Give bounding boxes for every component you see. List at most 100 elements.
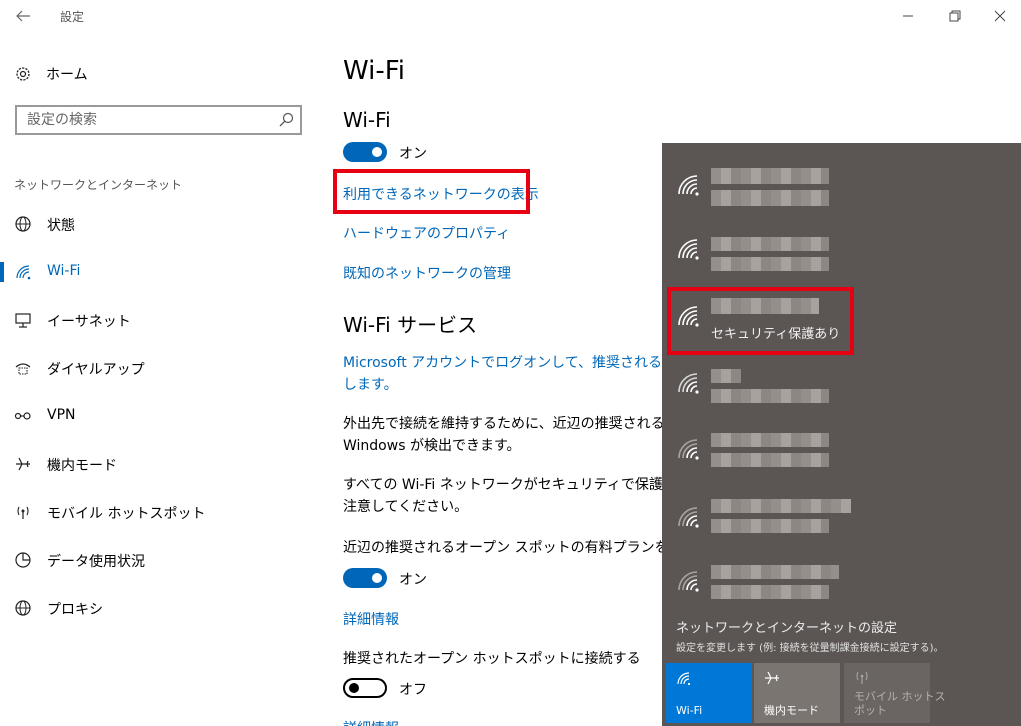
sidebar-item-label: データ使用状況 — [47, 554, 145, 570]
home-label: ホーム — [46, 67, 88, 83]
sidebar-item-ethernet[interactable]: イーサネット — [0, 300, 320, 340]
search-input[interactable] — [17, 107, 267, 133]
manage-known-networks-link[interactable]: 既知のネットワークの管理 — [343, 263, 511, 283]
quick-action-label-line-1: モバイル ホットス — [854, 690, 946, 703]
toggle-knob — [372, 573, 382, 583]
sidebar-item-label: ダイヤルアップ — [47, 362, 145, 378]
quick-action-label: Wi-Fi — [676, 704, 703, 717]
sidebar-item-airplane-mode[interactable]: 機内モード — [0, 444, 320, 484]
dialup-icon — [15, 363, 31, 375]
network-item[interactable] — [662, 487, 1021, 551]
pixelated-network-status — [711, 453, 829, 467]
sidebar-item-label: モバイル ホットスポット — [47, 506, 206, 522]
wifi-services-heading: Wi-Fi サービス — [343, 313, 478, 337]
ethernet-icon — [15, 313, 31, 328]
globe-icon — [15, 216, 31, 232]
pixelated-network-status — [711, 519, 829, 533]
pixelated-network-name — [711, 499, 851, 513]
network-settings-desc: 設定を変更します (例: 接続を従量制課金接続に設定する)。 — [676, 643, 944, 654]
wifi-toggle[interactable] — [343, 142, 387, 162]
highlight-box-secured-network — [667, 287, 854, 355]
network-flyout: セキュリティ保護あり ネットワークとインターネットの設定 設定を変更します (例… — [662, 143, 1021, 726]
search-icon[interactable] — [278, 112, 294, 128]
restore-button[interactable] — [940, 4, 970, 28]
pixelated-network-name — [711, 237, 829, 251]
restore-icon — [949, 10, 961, 22]
sidebar-item-proxy[interactable]: プロキシ — [0, 588, 320, 628]
details-link-2[interactable]: 詳細情報 — [343, 718, 399, 726]
pixelated-network-name — [711, 369, 741, 383]
paid-plans-label: 近辺の推奨されるオープン スポットの有料プランを探す — [343, 540, 673, 556]
sidebar-item-dialup[interactable]: ダイヤルアップ — [0, 348, 320, 388]
hotspot-icon — [856, 671, 868, 684]
ms-account-line-1: Microsoft アカウントでログオンして、推奨されるオープン — [343, 355, 673, 371]
vpn-icon — [14, 412, 31, 420]
close-icon — [994, 10, 1006, 22]
sidebar-item-vpn[interactable]: VPN — [0, 396, 320, 436]
minimize-button[interactable] — [893, 4, 923, 28]
window-title: 設定 — [60, 10, 85, 24]
highlight-box-show-networks — [333, 169, 530, 214]
toggle-knob — [349, 683, 359, 693]
paid-plans-toggle-label: オン — [399, 572, 427, 588]
quick-action-wifi[interactable]: Wi-Fi — [666, 663, 752, 723]
main-content: Wi-Fi Wi-Fi オン 利用できるネットワークの表示 ハードウェアのプロパ… — [343, 32, 673, 726]
back-arrow-icon — [16, 10, 30, 22]
wifi-icon — [677, 672, 691, 685]
minimize-icon — [903, 15, 913, 17]
connect-hotspots-toggle-label: オフ — [399, 682, 427, 698]
hardware-properties-link[interactable]: ハードウェアのプロパティ — [343, 223, 510, 243]
sidebar-item-status[interactable]: 状態 — [0, 204, 320, 244]
wifi-toggle-label: オン — [399, 146, 427, 162]
pixelated-network-name — [711, 565, 839, 579]
wifi-icon — [16, 265, 31, 280]
toggle-knob — [372, 147, 382, 157]
pixelated-network-status — [711, 257, 829, 271]
keep-connected-text: 外出先で接続を維持するために、近辺の推奨されるオー Windows が検出できま… — [343, 413, 673, 457]
back-button[interactable] — [10, 4, 36, 28]
wifi-signal-icon — [678, 373, 699, 394]
wifi-signal-icon — [678, 439, 699, 460]
ms-account-link[interactable]: Microsoft アカウントでログオンして、推奨されるオープン します。 — [343, 352, 673, 396]
sidebar: ホーム ネットワークとインターネット 状態 — [0, 32, 320, 726]
sidebar-item-label: Wi-Fi — [47, 263, 81, 279]
airplane-icon — [16, 457, 30, 471]
airplane-icon — [765, 671, 779, 685]
paid-plans-toggle[interactable] — [343, 568, 387, 588]
keep-connected-line-2: Windows が検出できます。 — [343, 438, 521, 454]
sidebar-item-label: イーサネット — [47, 314, 131, 330]
network-item[interactable] — [662, 353, 1021, 417]
pixelated-network-status — [711, 389, 829, 403]
pixelated-network-name — [711, 168, 829, 184]
pixelated-network-name — [711, 433, 829, 447]
settings-search-box[interactable] — [15, 105, 302, 135]
home-link[interactable]: ホーム — [14, 62, 88, 86]
sidebar-item-wifi[interactable]: Wi-Fi — [0, 252, 320, 292]
security-note-text: すべての Wi-Fi ネットワークがセキュリティで保護されてい 注意してください… — [343, 474, 673, 518]
sidebar-item-label: プロキシ — [47, 602, 103, 618]
network-item[interactable] — [662, 219, 1021, 283]
pixelated-network-status — [711, 585, 829, 599]
quick-action-mobile-hotspot: モバイル ホットス ポット — [844, 663, 946, 723]
network-settings-link[interactable]: ネットワークとインターネットの設定 — [676, 617, 897, 636]
connect-hotspots-label: 推奨されたオープン ホットスポットに接続する — [343, 651, 641, 667]
gear-icon — [16, 67, 30, 81]
network-item[interactable] — [662, 419, 1021, 483]
wifi-signal-icon — [678, 571, 699, 592]
close-button[interactable] — [985, 4, 1015, 28]
network-item[interactable] — [662, 155, 1021, 219]
sidebar-item-label: VPN — [47, 407, 76, 423]
pixelated-network-status — [711, 190, 829, 206]
sidebar-item-label: 機内モード — [47, 458, 117, 474]
keep-connected-line-1: 外出先で接続を維持するために、近辺の推奨されるオー — [343, 416, 673, 432]
details-link-1[interactable]: 詳細情報 — [343, 609, 399, 629]
sidebar-item-mobile-hotspot[interactable]: モバイル ホットスポット — [0, 492, 320, 532]
network-item[interactable] — [662, 551, 1021, 615]
quick-action-airplane-mode[interactable]: 機内モード — [754, 663, 840, 723]
wifi-signal-icon — [678, 175, 699, 196]
wifi-signal-icon — [678, 507, 699, 528]
wifi-heading: Wi-Fi — [343, 108, 391, 132]
sidebar-item-data-usage[interactable]: データ使用状況 — [0, 540, 320, 580]
data-usage-icon — [15, 552, 31, 568]
connect-hotspots-toggle[interactable] — [343, 678, 387, 698]
